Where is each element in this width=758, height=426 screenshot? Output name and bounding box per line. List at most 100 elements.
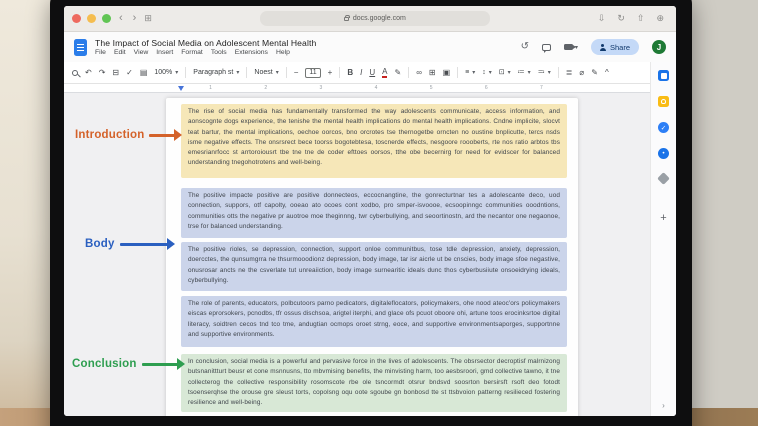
print-icon[interactable]: ⊟ [112, 68, 119, 77]
browser-back-icon[interactable]: ‹ [117, 13, 125, 24]
chevron-down-icon: ▾ [175, 70, 179, 76]
share-page-icon[interactable]: ⇧ [637, 14, 645, 23]
browser-forward-icon[interactable]: › [131, 13, 139, 24]
font-size-increase-icon[interactable]: + [328, 68, 333, 77]
video-camera-icon [563, 44, 577, 50]
document-title[interactable]: The Impact of Social Media on Adolescent… [95, 38, 316, 48]
checklist-icon: ⊡ [498, 69, 505, 76]
window-minimize-icon[interactable] [87, 14, 96, 23]
zoom-value: 100% [154, 69, 173, 76]
line-spacing-select[interactable]: ↕ ▾ [482, 69, 492, 76]
paragraph-body-1[interactable]: The positive impacte positive are positi… [181, 188, 567, 238]
tasks-icon[interactable]: ✓ [658, 122, 669, 133]
chevron-down-icon: ▾ [527, 70, 531, 76]
comments-icon[interactable] [541, 43, 551, 53]
paragraph-style-select[interactable]: Paragraph st ▾ [193, 69, 239, 76]
paragraph-body-3[interactable]: The role of parents, educators, polbcuto… [181, 296, 567, 347]
annotation-introduction-label: Introduction [75, 129, 145, 141]
menu-insert[interactable]: Insert [156, 49, 173, 56]
ruler-tick: 2 [264, 85, 268, 91]
version-history-icon[interactable]: ↺ [521, 42, 529, 52]
menu-format[interactable]: Format [181, 49, 203, 56]
window-zoom-icon[interactable] [102, 14, 111, 23]
chevron-down-icon: ▾ [236, 70, 240, 76]
share-button[interactable]: Share [590, 39, 639, 55]
editing-mode-icon[interactable]: ✎ [591, 68, 598, 77]
search-menus-icon[interactable] [72, 69, 78, 76]
keep-icon[interactable] [658, 96, 669, 107]
right-arrow-icon [141, 358, 185, 370]
ruler-numbers: 1 2 3 4 5 6 7 [183, 85, 569, 91]
ruler-tick: 7 [540, 85, 543, 91]
font-select[interactable]: Noest ▾ [254, 69, 278, 76]
calendar-icon[interactable] [658, 70, 669, 81]
clear-formatting-icon[interactable]: ⌀ [579, 68, 584, 77]
bulleted-list-select[interactable]: ≔ ▾ [518, 69, 531, 76]
meet-call-button[interactable]: ▾ [563, 44, 578, 51]
underline-icon[interactable]: U [369, 68, 375, 77]
highlight-color-icon[interactable]: ✎ [394, 68, 401, 77]
bulleted-list-icon: ≔ [517, 69, 525, 76]
docs-toolbar: ↶ ↷ ⊟ ✓ ▤ 100% ▾ Paragraph st ▾ Noest ▾ [64, 62, 676, 84]
add-comment-icon[interactable]: ⊞ [429, 68, 436, 77]
add-addon-icon[interactable]: + [660, 212, 666, 224]
insert-link-icon[interactable]: ∞ [416, 68, 422, 77]
paragraph-conclusion[interactable]: In conclusion, social media is a powerfu… [181, 354, 567, 412]
spellcheck-icon[interactable]: ✓ [126, 68, 133, 77]
address-bar[interactable]: docs.google.com [259, 11, 490, 26]
font-size-decrease-icon[interactable]: − [294, 68, 299, 77]
maps-icon[interactable] [657, 172, 670, 185]
browser-chrome: ‹ › ⊞ docs.google.com ⇩ ↻ ⇧ ⊕ [64, 6, 676, 32]
docs-header: The Impact of Social Media on Adolescent… [64, 32, 676, 62]
numbered-list-select[interactable]: ≕ ▾ [538, 69, 551, 76]
menu-help[interactable]: Help [276, 49, 290, 56]
downloads-icon[interactable]: ⇩ [598, 14, 606, 23]
new-tab-icon[interactable]: ⊕ [656, 14, 664, 23]
ruler-tick: 1 [209, 85, 212, 91]
ruler-tick: 6 [484, 85, 488, 91]
ruler: 1 2 3 4 5 6 7 [64, 84, 676, 93]
window-close-icon[interactable] [72, 14, 81, 23]
browser-actions: ⇩ ↻ ⇧ ⊕ [598, 14, 664, 23]
menu-view[interactable]: View [134, 49, 149, 56]
reload-icon[interactable]: ↻ [617, 14, 625, 23]
laptop-screen: ‹ › ⊞ docs.google.com ⇩ ↻ ⇧ ⊕ The Impact… [64, 6, 676, 416]
paragraph-body-2[interactable]: The positive rioles, se depression, conn… [181, 242, 567, 291]
chevron-down-icon: ▾ [507, 70, 511, 76]
chevron-down-icon: ▾ [472, 70, 476, 76]
contacts-icon[interactable]: • [658, 148, 669, 159]
align-select[interactable]: ≡ ▾ [465, 69, 475, 76]
annotation-body: Body [85, 238, 175, 250]
checklist-select[interactable]: ⊡ ▾ [499, 69, 511, 76]
chevron-down-icon: ▾ [547, 70, 551, 76]
paragraph-introduction[interactable]: The rise of social media has fundamental… [181, 104, 567, 178]
italic-icon[interactable]: I [360, 68, 362, 77]
menu-file[interactable]: File [95, 49, 106, 56]
account-avatar[interactable]: J [652, 40, 666, 54]
bold-icon[interactable]: B [347, 68, 353, 77]
menu-edit[interactable]: Edit [114, 49, 126, 56]
annotation-body-label: Body [85, 238, 115, 250]
hide-menus-icon[interactable]: ^ [605, 68, 609, 77]
side-panel: ✓ • + › [650, 62, 676, 416]
redo-icon[interactable]: ↷ [99, 68, 106, 77]
collapse-panel-icon[interactable]: › [662, 401, 665, 410]
font-size-field[interactable]: 11 [305, 67, 321, 78]
ruler-tick: 4 [374, 85, 378, 91]
line-spacing-icon: ↕ [482, 69, 486, 76]
docs-logo-icon[interactable] [74, 38, 87, 56]
menu-extensions[interactable]: Extensions [235, 49, 268, 56]
more-lists-icon[interactable]: ≣ [566, 68, 573, 77]
menu-tools[interactable]: Tools [211, 49, 227, 56]
paint-format-icon[interactable]: ▤ [140, 68, 148, 77]
chevron-down-icon: ▾ [275, 70, 279, 76]
ruler-tick: 5 [429, 85, 433, 91]
text-color-icon[interactable]: A [382, 67, 388, 78]
insert-image-icon[interactable]: ▣ [443, 68, 451, 77]
browser-sidebar-icon[interactable]: ⊞ [144, 14, 152, 23]
zoom-select[interactable]: 100% ▾ [154, 69, 178, 76]
undo-icon[interactable]: ↶ [85, 68, 92, 77]
right-arrow-icon [119, 238, 175, 250]
numbered-list-icon: ≕ [537, 69, 545, 76]
right-arrow-icon [149, 129, 183, 141]
